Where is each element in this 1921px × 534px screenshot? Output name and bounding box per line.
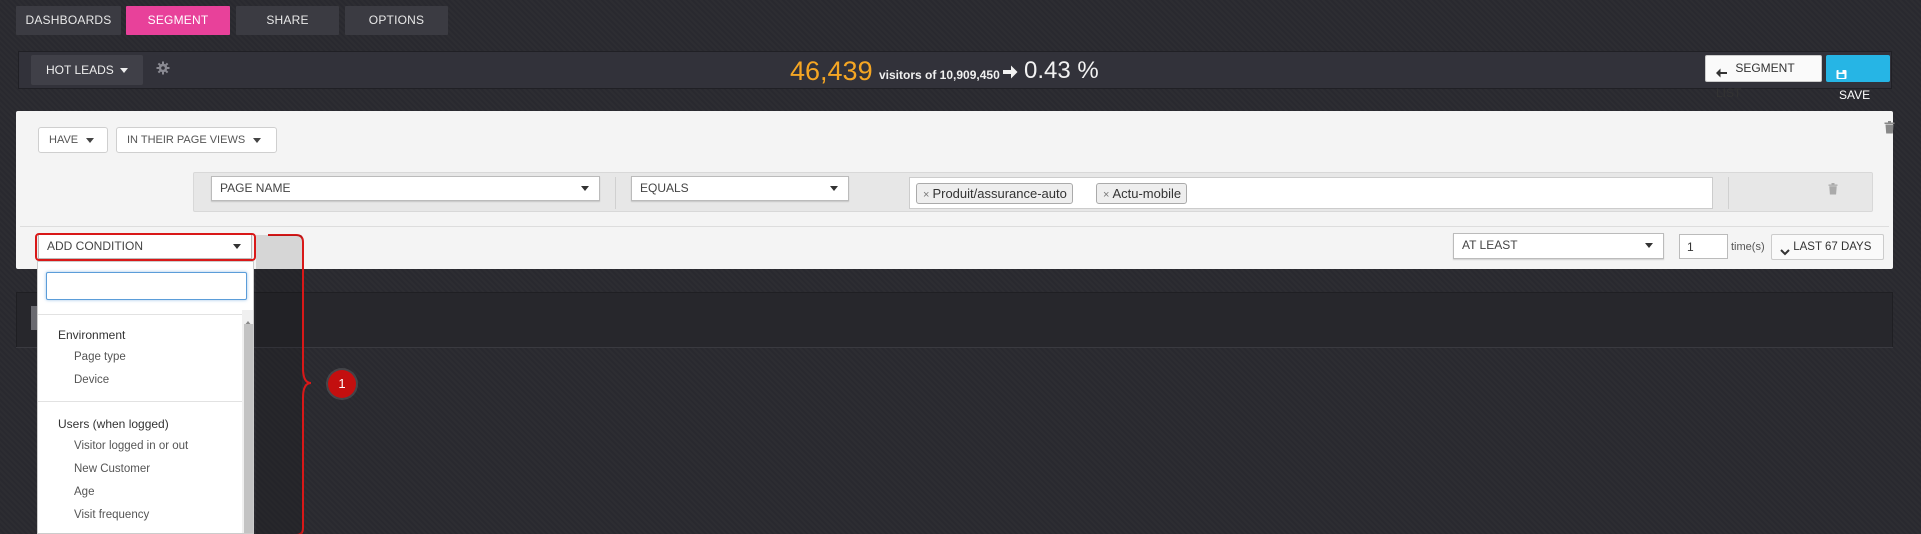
dropdown-search-input[interactable] <box>46 272 247 300</box>
scroll-up-icon[interactable] <box>244 313 252 326</box>
tab-dashboards[interactable]: DASHBOARDS <box>16 6 121 35</box>
value-tag[interactable]: × Produit/assurance-auto <box>916 183 1073 204</box>
dropdown-option[interactable]: Device <box>74 374 109 386</box>
divider <box>38 314 243 315</box>
annotation-badge: 1 <box>328 370 356 398</box>
chevron-down-icon <box>1780 242 1790 256</box>
scope-dropdown[interactable]: IN THEIR PAGE VIEWS <box>116 127 277 153</box>
operator-label: EQUALS <box>640 181 689 195</box>
save-button[interactable]: SAVE <box>1826 55 1890 102</box>
divider <box>615 177 616 209</box>
dropdown-scrollbar[interactable] <box>242 310 253 533</box>
chevron-down-icon <box>86 137 95 143</box>
value-tag-label: Produit/assurance-auto <box>932 186 1067 201</box>
chevron-down-icon <box>830 186 838 191</box>
values-tag-input[interactable]: × Produit/assurance-auto × Actu-mobile <box>909 177 1713 209</box>
divider <box>38 401 243 402</box>
delete-block-icon[interactable] <box>1884 121 1895 134</box>
chevron-down-icon <box>253 137 262 143</box>
segment-list-label: SEGMENT LIST <box>1716 61 1795 100</box>
dropdown-option[interactable]: Age <box>74 486 94 498</box>
visitors-total-text: visitors of 10,909,450 <box>879 68 1000 82</box>
dropdown-group-label: Environment <box>58 328 126 342</box>
segment-select-label: HOT LEADS <box>46 63 114 77</box>
percentage-value: 0.43 % <box>1024 57 1099 84</box>
dropdown-group-label: Users (when logged) <box>58 417 169 431</box>
dropdown-option[interactable]: Page type <box>74 351 126 363</box>
value-tag[interactable]: × Actu-mobile <box>1096 183 1188 204</box>
times-label: time(s) <box>1731 241 1765 253</box>
period-label: LAST 67 DAYS <box>1793 241 1872 253</box>
save-icon <box>1836 63 1847 80</box>
scope-label: IN THEIR PAGE VIEWS <box>127 134 246 146</box>
dropdown-option[interactable]: Visitor logged in or out <box>74 440 188 452</box>
scrollbar-thumb[interactable] <box>244 324 253 533</box>
gear-icon[interactable] <box>156 61 170 75</box>
value-tag-label: Actu-mobile <box>1112 186 1182 201</box>
segment-list-button[interactable]: SEGMENT LIST <box>1705 55 1822 100</box>
have-dropdown[interactable]: HAVE <box>38 127 108 153</box>
chevron-down-icon <box>119 68 128 74</box>
times-input[interactable] <box>1679 234 1728 259</box>
dropdown-option[interactable]: New Customer <box>74 463 150 475</box>
segment-select-dropdown[interactable]: HOT LEADS <box>31 55 143 85</box>
arrow-right-icon <box>1001 63 1019 81</box>
annotation-shade <box>256 235 302 534</box>
tab-segment[interactable]: SEGMENT <box>126 6 230 35</box>
chevron-down-icon <box>1645 243 1653 248</box>
remove-tag-icon[interactable]: × <box>923 189 929 201</box>
annotation-highlight-box <box>35 233 256 261</box>
add-condition-dropdown: Environment Page type Device Users (when… <box>37 261 254 534</box>
dropdown-option[interactable]: Visit frequency <box>74 509 149 521</box>
operator-select[interactable]: EQUALS <box>631 176 849 201</box>
frequency-label: AT LEAST <box>1462 238 1518 252</box>
divider <box>20 226 1889 227</box>
arrow-left-icon <box>1716 63 1728 78</box>
have-label: HAVE <box>49 134 79 146</box>
remove-tag-icon[interactable]: × <box>1103 189 1109 201</box>
visitor-count: 46,439 <box>790 56 873 86</box>
tab-options[interactable]: OPTIONS <box>345 6 448 35</box>
divider <box>1728 177 1729 209</box>
tab-share[interactable]: SHARE <box>236 6 339 35</box>
delete-row-icon[interactable] <box>1828 182 1838 195</box>
field-label: PAGE NAME <box>220 181 291 195</box>
field-select[interactable]: PAGE NAME <box>211 176 600 201</box>
frequency-select[interactable]: AT LEAST <box>1453 233 1664 259</box>
chevron-down-icon <box>581 186 589 191</box>
period-select[interactable]: LAST 67 DAYS <box>1771 234 1884 260</box>
save-label: SAVE <box>1839 88 1871 102</box>
